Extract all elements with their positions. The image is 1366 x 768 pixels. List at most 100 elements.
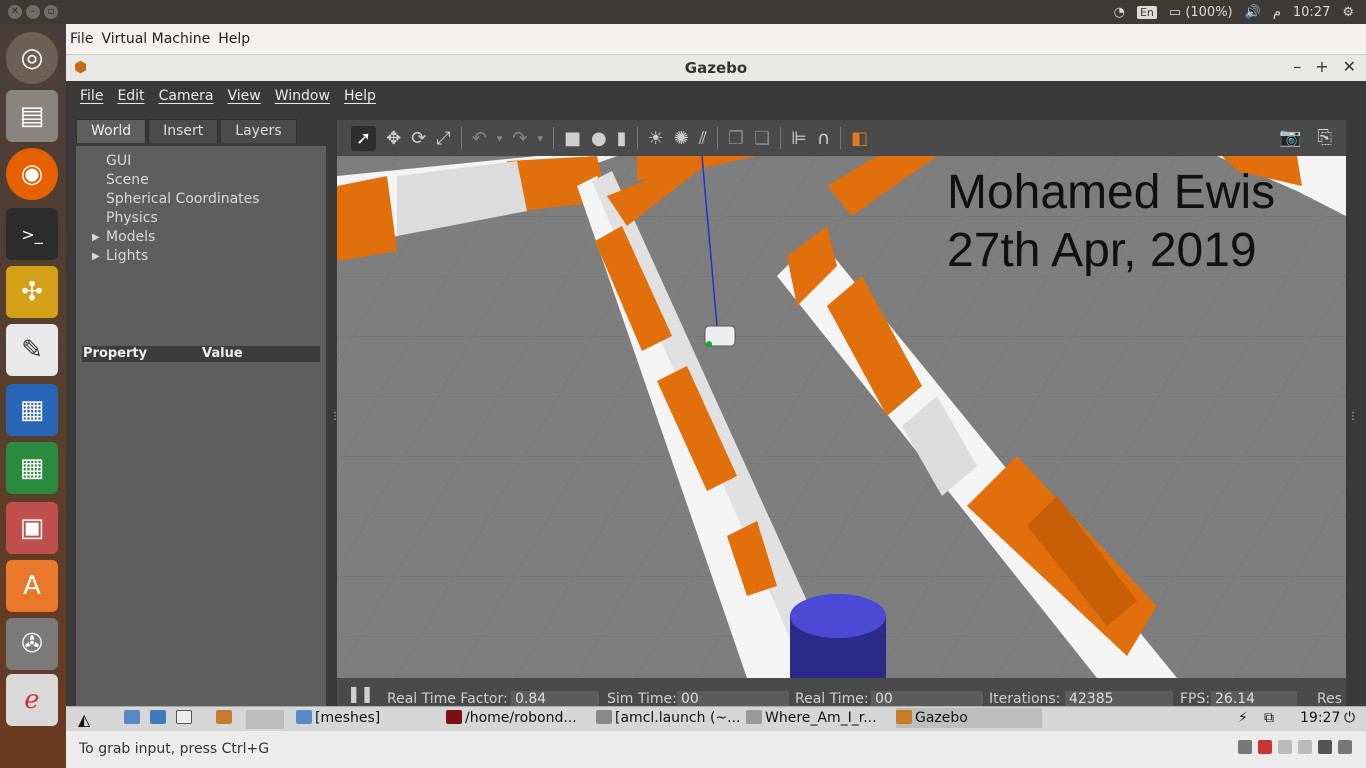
screenshot-icon[interactable]: 📷 [1279, 127, 1301, 148]
reset-button[interactable]: Res [1317, 691, 1342, 706]
ubuntu-dash-icon[interactable]: ◎ [6, 32, 58, 84]
task-terminal-label: /home/robond... [465, 710, 577, 726]
task-meshes[interactable]: [meshes] [296, 710, 442, 726]
select-mode-icon[interactable]: ➚ [351, 125, 377, 151]
maximize-icon[interactable]: + [1315, 57, 1328, 76]
tab-layers[interactable]: Layers [220, 119, 297, 143]
tree-item-physics[interactable]: Physics [106, 209, 260, 228]
network-adapter-icon[interactable] [1318, 740, 1332, 754]
paste-icon[interactable]: ❏ [754, 128, 770, 149]
show-desktop-icon[interactable] [124, 710, 143, 726]
task-where-am-i[interactable]: Where_Am_I_r... [746, 710, 892, 726]
cylinder-shape-icon[interactable]: ▮ [617, 128, 627, 149]
cdrom-icon[interactable] [1258, 740, 1272, 754]
tree-item-models-row[interactable]: ▶ Models [92, 228, 260, 247]
file-manager-icon[interactable]: ▤ [6, 90, 58, 142]
wifi-icon[interactable]: ◔ [1114, 5, 1125, 20]
window-list-icon[interactable] [176, 710, 195, 726]
menu-file[interactable]: File [80, 88, 103, 104]
start-menu-icon[interactable]: ◭ [78, 710, 90, 729]
menu-help[interactable]: Help [344, 88, 376, 104]
terminal-icon[interactable]: >_ [6, 208, 58, 260]
vm-menu-virtual-machine[interactable]: Virtual Machine [97, 31, 214, 47]
log-icon[interactable]: ⎘ [1318, 127, 1332, 148]
spot-light-icon[interactable]: ✺ [674, 128, 689, 149]
shutdown-icon[interactable]: ⏻ [1344, 710, 1355, 726]
network-icon[interactable] [150, 710, 169, 726]
minimize-icon[interactable]: – [1293, 57, 1301, 76]
software-center-icon[interactable]: A [6, 560, 58, 612]
toolbar-separator [636, 127, 638, 149]
view-angle-icon[interactable]: ◧ [851, 128, 868, 149]
rviz-icon [746, 710, 762, 724]
volume-icon[interactable]: 🔊 [1245, 5, 1261, 20]
sphere-shape-icon[interactable]: ● [591, 128, 607, 149]
close-window-icon[interactable]: ✕ [8, 5, 22, 19]
rotate-mode-icon[interactable]: ⟳ [411, 128, 426, 149]
translate-mode-icon[interactable]: ✥ [386, 128, 401, 149]
expand-arrow-icon[interactable]: ▶ [92, 228, 100, 247]
tree-item-gui[interactable]: GUI [106, 152, 260, 171]
real-time-label: Real Time: [795, 691, 869, 706]
menu-window[interactable]: Window [275, 88, 330, 104]
copy-icon[interactable]: ❐ [728, 128, 744, 149]
tab-world[interactable]: World [76, 119, 147, 143]
scale-mode-icon[interactable]: ⤢ [436, 128, 450, 149]
menu-view[interactable]: View [228, 88, 261, 104]
taskbar-clock[interactable]: 19:27 [1300, 710, 1340, 726]
expand-arrow-icon[interactable]: ▶ [92, 247, 100, 266]
tree-item-spherical-coordinates[interactable]: Spherical Coordinates [106, 190, 260, 209]
toolbar-separator [460, 127, 462, 149]
task-where-am-i-label: Where_Am_I_r... [765, 710, 877, 726]
menu-edit[interactable]: Edit [117, 88, 144, 104]
network-status-icon[interactable]: ⧉ [1264, 710, 1274, 726]
impress-icon[interactable]: ▣ [6, 502, 58, 554]
battery-indicator[interactable]: ▭ (100%) [1169, 5, 1233, 20]
gazebo-quick-icon[interactable] [216, 710, 235, 726]
redo-icon[interactable]: ↷ [512, 128, 527, 149]
toolbar-separator [716, 127, 718, 149]
text-editor-icon[interactable]: ✎ [6, 324, 58, 376]
minimize-window-icon[interactable]: – [26, 5, 40, 19]
system-settings-icon[interactable]: ✇ [6, 618, 58, 670]
calc-icon[interactable]: ▦ [6, 442, 58, 494]
language-indicator[interactable]: En [1136, 5, 1157, 19]
usb-icon[interactable] [1278, 740, 1292, 754]
point-light-icon[interactable]: ☀ [648, 128, 664, 149]
firefox-icon[interactable]: ◉ [6, 148, 58, 200]
redo-dropdown-icon[interactable]: ▾ [537, 132, 543, 145]
power-icon[interactable]: ⚡ [1238, 710, 1248, 726]
task-gazebo[interactable]: Gazebo [896, 708, 1042, 728]
clock[interactable]: 10:27 [1293, 5, 1330, 20]
window-title: Gazebo [684, 59, 748, 77]
display-icon[interactable] [1338, 740, 1352, 754]
hdd-icon[interactable] [1238, 740, 1252, 754]
property-table-header: Property Value [82, 346, 320, 362]
task-terminal[interactable]: /home/robond... [446, 710, 592, 726]
ubuntu-launcher: ◎ ▤ ◉ >_ ✣ ✎ ▦ ▦ ▣ A ✇ ℯ [0, 24, 66, 768]
snap-icon[interactable]: ∩ [817, 128, 830, 149]
directional-light-icon[interactable]: ⫽ [699, 128, 707, 149]
gazebo-launcher-icon[interactable]: ✣ [6, 266, 58, 318]
workspace-pager[interactable] [246, 710, 284, 729]
close-icon[interactable]: ✕ [1343, 57, 1356, 76]
restore-window-icon[interactable]: ▫ [44, 5, 58, 19]
undo-icon[interactable]: ↶ [472, 128, 487, 149]
vm-menu-help[interactable]: Help [214, 31, 254, 47]
align-icon[interactable]: ⊫ [791, 128, 807, 149]
sound-icon[interactable] [1298, 740, 1312, 754]
undo-dropdown-icon[interactable]: ▾ [497, 132, 503, 145]
vm-menu-file[interactable]: File [66, 31, 97, 47]
menu-camera[interactable]: Camera [159, 88, 214, 104]
right-splitter-handle[interactable]: ⋮ [1348, 411, 1358, 422]
task-amcl-launch[interactable]: [amcl.launch (~... [596, 710, 742, 726]
writer-icon[interactable]: ▦ [6, 384, 58, 436]
remote-app-icon[interactable]: ℯ [6, 674, 58, 726]
tab-insert[interactable]: Insert [148, 119, 219, 143]
box-shape-icon[interactable]: ■ [564, 128, 581, 149]
task-meshes-label: [meshes] [315, 710, 381, 726]
tree-item-scene[interactable]: Scene [106, 171, 260, 190]
settings-gear-icon[interactable]: ⚙ [1342, 5, 1354, 20]
pause-icon[interactable]: ❚❚ [347, 684, 374, 703]
tree-item-lights-row[interactable]: ▶ Lights [92, 247, 260, 266]
